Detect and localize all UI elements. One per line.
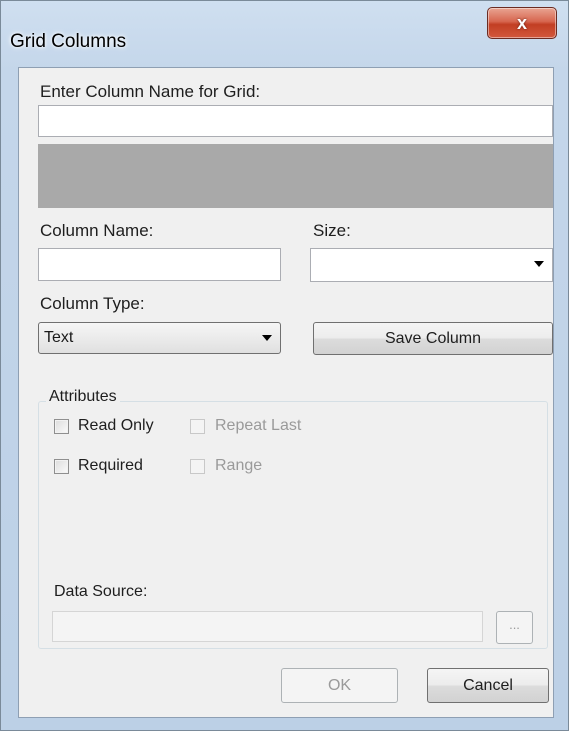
dialog-body: Enter Column Name for Grid: Column Name:… xyxy=(18,67,554,718)
required-label[interactable]: Required xyxy=(78,457,143,475)
window-title: Grid Columns xyxy=(10,31,127,52)
column-name-input[interactable] xyxy=(38,248,281,281)
column-type-label: Column Type: xyxy=(40,294,145,313)
size-label: Size: xyxy=(313,221,351,240)
required-checkbox[interactable] xyxy=(54,459,69,474)
size-dropdown[interactable] xyxy=(310,248,553,282)
ok-button[interactable]: OK xyxy=(281,668,398,703)
cancel-button[interactable]: Cancel xyxy=(427,668,549,703)
columns-preview-panel xyxy=(38,144,553,208)
range-label[interactable]: Range xyxy=(215,457,262,475)
repeat-last-label[interactable]: Repeat Last xyxy=(215,417,301,435)
attributes-group-title: Attributes xyxy=(46,388,120,406)
range-checkbox[interactable] xyxy=(190,459,205,474)
chevron-down-icon xyxy=(262,335,272,341)
grid-column-name-input[interactable] xyxy=(38,105,553,137)
save-column-button[interactable]: Save Column xyxy=(313,322,553,355)
read-only-checkbox[interactable] xyxy=(54,419,69,434)
column-type-dropdown[interactable]: Text xyxy=(38,322,281,354)
read-only-label[interactable]: Read Only xyxy=(78,417,154,435)
data-source-label: Data Source: xyxy=(54,583,148,600)
grid-columns-dialog: Grid Columns x Enter Column Name for Gri… xyxy=(0,0,569,731)
data-source-input[interactable] xyxy=(52,611,483,642)
chevron-down-icon xyxy=(534,261,544,267)
column-type-value: Text xyxy=(44,329,74,346)
grid-column-name-label: Enter Column Name for Grid: xyxy=(40,82,261,101)
close-icon: x xyxy=(516,12,527,33)
browse-button[interactable]: ... xyxy=(496,611,533,644)
column-name-label: Column Name: xyxy=(40,221,154,240)
close-button[interactable]: x xyxy=(487,7,557,39)
repeat-last-checkbox[interactable] xyxy=(190,419,205,434)
